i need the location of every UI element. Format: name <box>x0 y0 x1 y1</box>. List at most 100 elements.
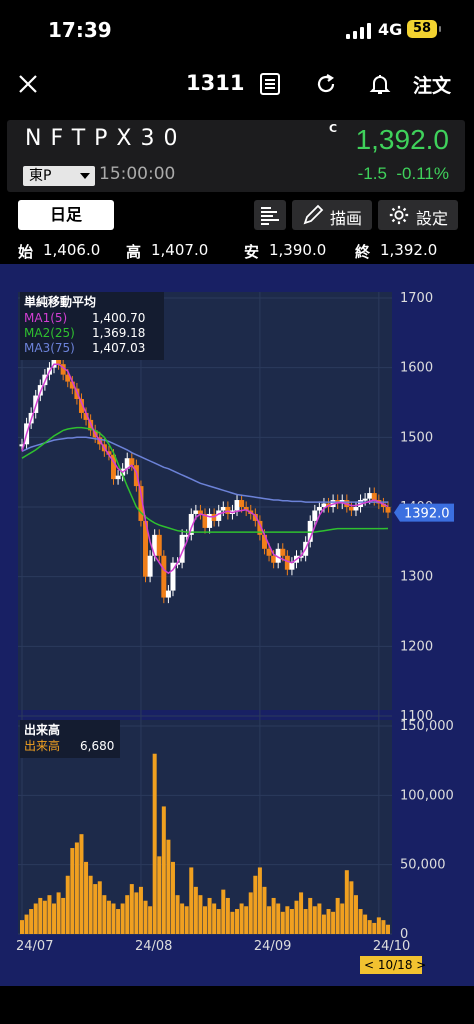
clock: 17:39 <box>48 18 112 42</box>
candle-body <box>220 507 226 511</box>
volume-legend-label: 出来高 <box>24 738 60 753</box>
volume-bar <box>56 892 61 934</box>
volume-bar <box>148 906 153 934</box>
volume-tick-label: 100,000 <box>400 788 454 803</box>
volume-bar <box>157 856 162 934</box>
volume-bar <box>180 903 185 934</box>
candle-body <box>371 493 377 501</box>
market-value: 東P <box>29 168 52 184</box>
price-tag-label: 1392.0 <box>404 507 450 522</box>
status-bar: 17:39 4G 58 <box>0 0 474 62</box>
candle-body <box>271 555 277 563</box>
volume-bar <box>116 909 121 934</box>
volume-tick-label: 50,000 <box>400 858 446 873</box>
volume-bar <box>235 909 240 934</box>
volume-bar <box>225 897 230 934</box>
volume-bar <box>93 884 98 934</box>
period-select[interactable]: 日足 <box>18 200 114 230</box>
volume-bar <box>138 886 143 934</box>
price-chart[interactable]: 170016001500140013001200110024/0724/0824… <box>0 264 474 986</box>
quote-time: 15:00:00 <box>99 164 176 184</box>
volume-bar <box>74 842 79 934</box>
volume-bar <box>84 861 89 934</box>
draw-label: 描画 <box>330 209 363 228</box>
volume-bar <box>216 909 221 934</box>
volume-bar <box>299 892 304 934</box>
open-label: 始 <box>18 243 34 261</box>
time-tick-label: 24/09 <box>254 939 291 954</box>
draw-button[interactable]: 描画 <box>292 200 372 230</box>
gear-icon <box>389 205 409 225</box>
candle-body <box>367 493 373 499</box>
volume-bar <box>363 914 368 934</box>
ma3-value: 1,407.03 <box>92 341 145 355</box>
volume-bar <box>61 897 66 934</box>
volume-bar <box>102 895 107 934</box>
signal-icon <box>346 23 371 39</box>
close-flag: C <box>329 122 338 135</box>
nav-bar: 1311 注文 <box>0 62 474 110</box>
quote-panel: NFTPX30 C 1,392.0 東P 15:00:00 -1.5 -0.11… <box>7 120 465 192</box>
volume-bar <box>321 914 326 934</box>
volume-bar <box>349 881 354 934</box>
low-value: 1,390.0 <box>269 241 327 259</box>
candle-body <box>289 562 295 570</box>
bars-button[interactable] <box>254 200 286 230</box>
volume-bar <box>294 900 299 934</box>
volume-bar <box>207 897 212 934</box>
volume-bar <box>372 922 377 934</box>
volume-bar <box>70 848 75 934</box>
candle-body <box>239 500 245 507</box>
volume-bar <box>267 906 272 934</box>
candle-body <box>193 510 199 514</box>
volume-bar <box>244 906 249 934</box>
bell-icon[interactable] <box>368 72 392 96</box>
volume-bar <box>143 900 148 934</box>
date-tag-label: < 10/18 > <box>364 958 426 972</box>
price-tick-label: 1200 <box>400 639 433 654</box>
settings-button[interactable]: 設定 <box>378 200 458 230</box>
volume-bar <box>331 911 336 934</box>
ma1-value: 1,400.70 <box>92 311 145 325</box>
volume-bar <box>88 875 93 934</box>
settings-label: 設定 <box>416 209 449 228</box>
volume-bar <box>248 892 253 934</box>
refresh-icon[interactable] <box>314 72 338 96</box>
candle-body <box>316 507 322 511</box>
price-tick-label: 1700 <box>400 291 433 306</box>
candle-body <box>348 507 354 511</box>
volume-tick-label: 0 <box>400 927 408 942</box>
chart-area[interactable]: 170016001500140013001200110024/0724/0824… <box>0 264 474 986</box>
market-select[interactable]: 東P <box>23 166 95 186</box>
volume-bar <box>353 895 358 934</box>
price-tick-label: 1600 <box>400 361 433 376</box>
volume-bar <box>257 867 262 934</box>
close-icon[interactable] <box>16 72 40 96</box>
order-button[interactable]: 注文 <box>413 71 451 98</box>
volume-bar <box>203 906 207 934</box>
volume-bar <box>253 875 258 934</box>
candle-body <box>161 555 167 598</box>
bottom-bar <box>0 986 474 1024</box>
volume-bar <box>262 886 267 934</box>
volume-bar <box>106 900 111 934</box>
candle-body <box>115 475 121 480</box>
volume-bar <box>212 903 217 934</box>
volume-bar <box>120 903 125 934</box>
ohlc-row: 始 1,406.0 高 1,407.0 安 1,390.0 終 1,392.0 <box>0 238 474 264</box>
volume-bar <box>276 903 281 934</box>
document-icon[interactable] <box>258 72 282 96</box>
volume-bar <box>289 909 294 934</box>
volume-bar <box>29 909 34 934</box>
volume-bar <box>47 895 52 934</box>
volume-tick-label: 150,000 <box>400 719 454 734</box>
volume-bar <box>312 906 317 934</box>
stock-code: 1311 <box>186 71 245 95</box>
price-change: -1.5 -0.11% <box>358 164 449 184</box>
volume-bar <box>79 834 84 934</box>
volume-bar <box>303 909 308 934</box>
candle-body <box>385 507 391 513</box>
close-value: 1,392.0 <box>380 241 438 259</box>
candle-body <box>312 510 318 521</box>
ma2-value: 1,369.18 <box>92 326 145 340</box>
